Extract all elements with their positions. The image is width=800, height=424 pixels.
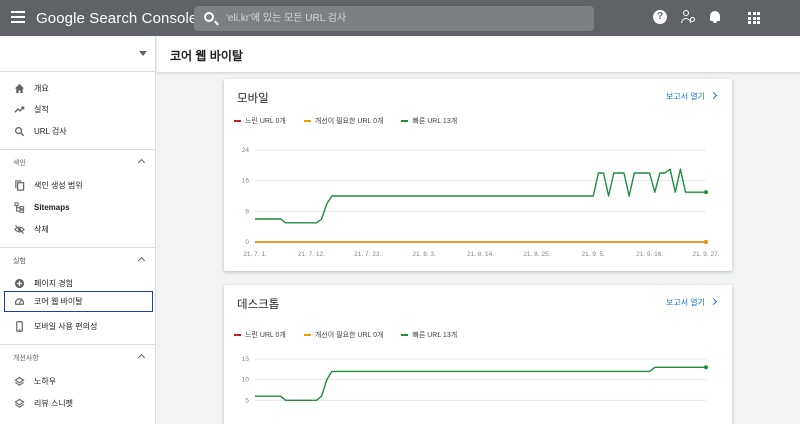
sidebar-item-label: Sitemaps [34,203,70,212]
page-title: 코어 웹 바이탈 [170,49,243,63]
y-tick-label: 5 [245,397,249,404]
y-tick-label: 0 [245,239,249,246]
chevron-up-icon [137,353,146,362]
section-header-index[interactable]: 색인 [0,156,156,170]
section-label: 실험 [13,258,26,265]
sidebar-item-label: 코어 웹 바이탈 [34,297,83,306]
sidebar-item-label: 실적 [34,105,49,114]
sidebar: 개요 실적 URL 검사 색인 색인 생성 범위 Sitemaps 삭제 실험 … [0,36,156,424]
x-tick-label: 21. 7. 12. [298,251,325,258]
series-end-point [704,240,708,244]
y-tick-label: 15 [242,356,250,363]
copy-icon [13,180,25,192]
x-tick-label: 21. 8. 25. [523,251,550,258]
search-icon [13,126,25,138]
series-line [255,366,706,402]
sidebar-item-label: 개요 [34,84,49,93]
chevron-up-icon [137,256,146,265]
search-icon [204,12,214,22]
desktop-report-card: 데스크톱 보고서 열기 느린 URL 0개 개선이 필요한 URL 0개 빠른 … [224,285,732,424]
trending-up-icon [13,104,25,116]
sidebar-item-label: 색인 생성 범위 [34,181,83,190]
layers-icon [13,398,25,410]
eye-off-icon [13,224,25,236]
property-selector[interactable] [0,36,155,72]
sidebar-item-howto[interactable]: 노하우 [0,371,156,392]
sidebar-item-label: 페이지 경험 [34,279,74,288]
y-tick-label: 8 [245,208,249,215]
mobile-line-chart: 24 16 8 0 21. 7. 1. 21. 7. 12. 21. 7. 23. 21. 8… [242,147,720,258]
series-line [255,168,706,224]
sidebar-item-label: URL 검사 [34,127,67,136]
y-tick-label: 16 [242,178,250,185]
series-end-point [704,190,708,195]
product-title[interactable]: Google Search Console [36,10,197,27]
sidebar-item-removals[interactable]: 삭제 [0,219,156,240]
x-tick-label: 21. 9. 16. [636,251,663,258]
sidebar-item-sitemaps[interactable]: Sitemaps [0,197,156,218]
sidebar-item-coverage[interactable]: 색인 생성 범위 [0,175,156,196]
home-icon [13,83,25,95]
sidebar-item-label: 삭제 [34,225,49,234]
divider [0,149,156,150]
url-inspect-search[interactable] [194,6,594,31]
sidebar-item-review-snippets[interactable]: 리뷰 스니펫 [0,393,156,414]
menu-icon[interactable] [11,11,25,25]
account-settings-icon[interactable] [681,10,695,24]
sidebar-item-label: 모바일 사용 편의성 [34,322,98,331]
chevron-up-icon [137,158,146,167]
series-end-point [704,365,708,370]
divider [0,344,156,345]
section-label: 개선사항 [13,355,39,362]
sidebar-item-label: 리뷰 스니펫 [34,399,74,408]
search-input[interactable] [226,10,576,27]
plus-circle-icon [13,278,25,290]
notifications-icon[interactable] [708,10,722,24]
sidebar-item-core-web-vitals[interactable]: 코어 웹 바이탈 [4,291,153,312]
top-app-bar: Google Search Console ? [0,0,800,36]
layers-icon [13,376,25,388]
x-tick-label: 21. 9. 27. [692,251,719,258]
y-tick-label: 10 [242,377,250,384]
x-tick-label: 21. 7. 23. [354,251,381,258]
x-tick-label: 21. 9. 5. [582,251,606,258]
phone-icon [13,321,25,333]
sidebar-item-overview[interactable]: 개요 [0,78,156,99]
divider [0,247,156,248]
sitemap-icon [13,202,25,214]
x-tick-label: 21. 8. 3. [412,251,436,258]
x-tick-label: 21. 8. 14. [467,251,494,258]
section-header-experience[interactable]: 실험 [0,254,156,268]
dropdown-caret-icon [139,51,147,56]
section-label: 색인 [13,160,26,167]
section-header-enhancements[interactable]: 개선사항 [0,351,156,365]
x-tick-label: 21. 7. 1. [243,251,267,258]
y-tick-label: 24 [242,147,250,154]
sidebar-item-label: 노하우 [34,377,57,386]
sidebar-item-mobile-usability[interactable]: 모바일 사용 편의성 [0,316,156,337]
speed-gauge-icon [13,296,25,308]
desktop-line-chart: 15 10 5 [242,356,708,404]
sidebar-item-url-inspection[interactable]: URL 검사 [0,121,156,142]
sidebar-item-performance[interactable]: 실적 [0,99,156,120]
help-icon[interactable]: ? [653,10,667,24]
page-header: 코어 웹 바이탈 [157,36,800,73]
apps-grid-icon[interactable] [748,12,760,24]
mobile-report-card: 모바일 보고서 열기 느린 URL 0개 개선이 필요한 URL 0개 빠른 U… [224,79,732,271]
